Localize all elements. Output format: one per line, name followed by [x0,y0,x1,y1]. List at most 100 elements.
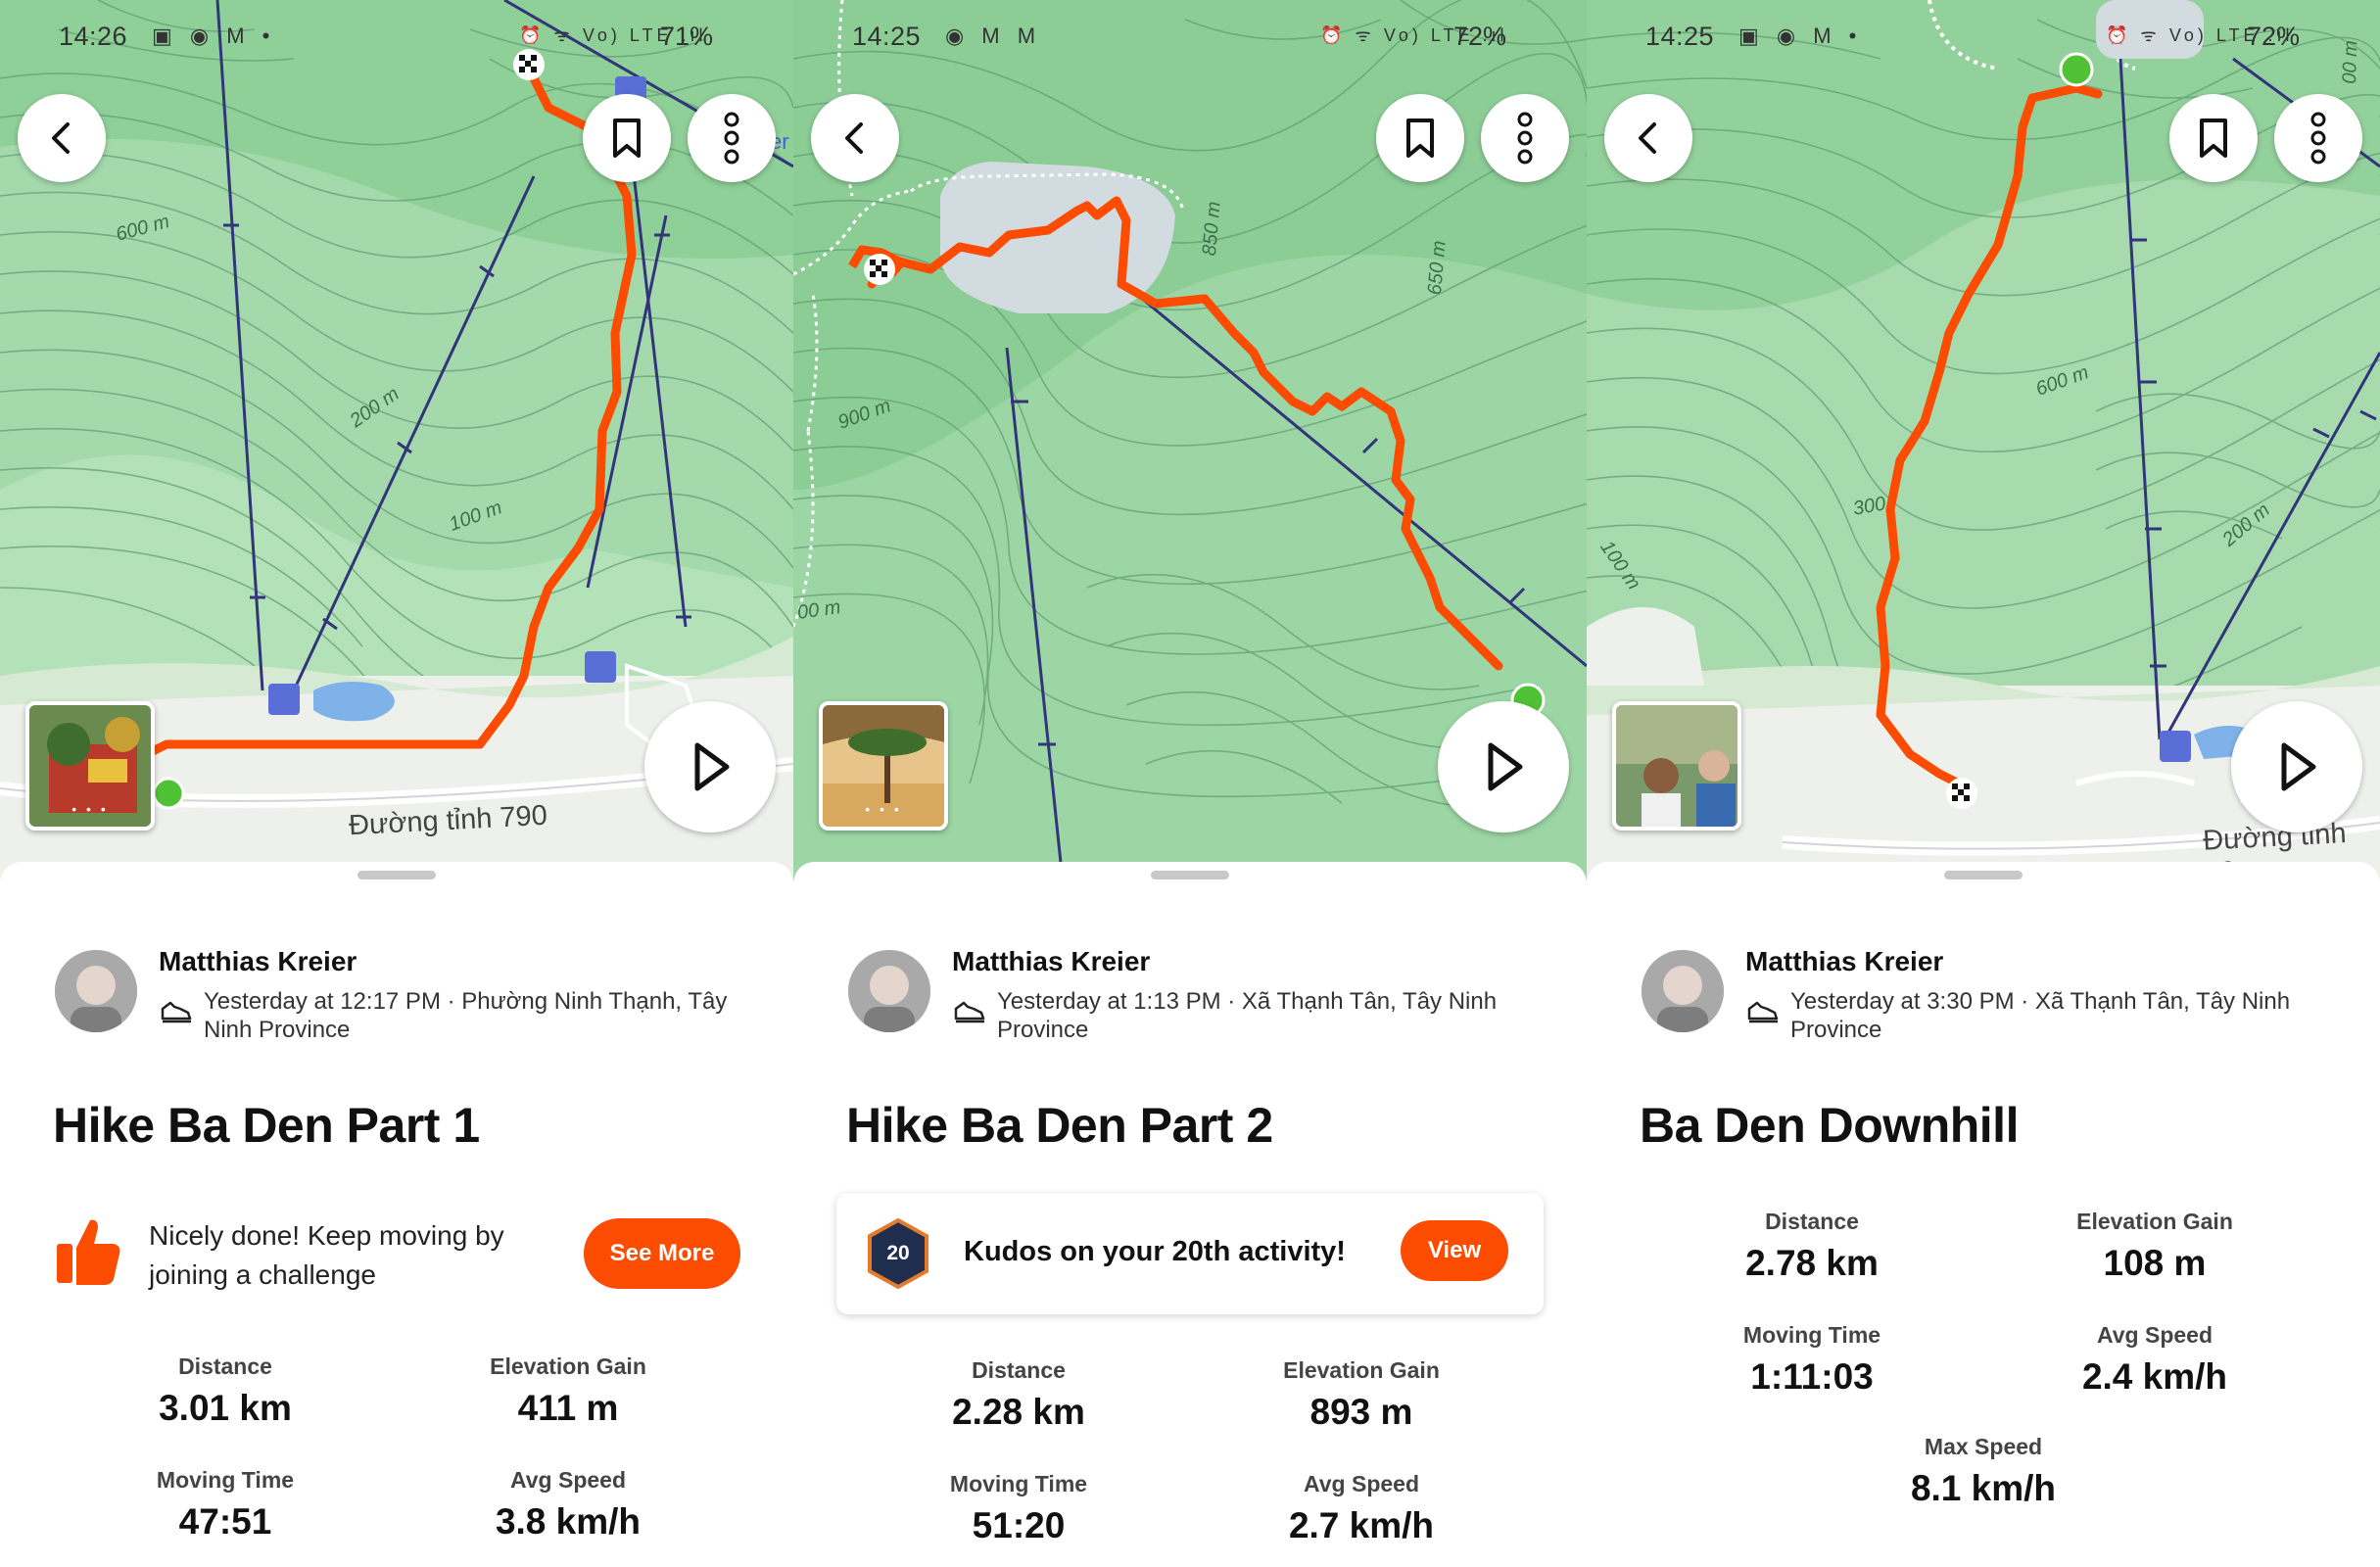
back-button[interactable] [811,94,899,182]
athlete-name[interactable]: Matthias Kreier [1745,946,1943,977]
stat-label: Avg Speed [509,1467,626,1493]
notification-icons: ◉ M M [945,24,1042,48]
battery-level: 71% [660,22,714,51]
activity-title: Hike Ba Den Part 1 [53,1098,480,1153]
back-button[interactable] [18,94,106,182]
clock: 14:25 [852,22,922,51]
promo-text: Nicely done! Keep moving by joining a ch… [149,1220,504,1290]
stat-value: 108 m [2103,1243,2207,1283]
stat-label: Distance [1765,1209,1859,1234]
more-options-button[interactable] [2274,94,2362,182]
more-vertical-icon [724,112,739,165]
status-bar: 14:25 ◉ M M ⏰ ᯤ Vo) LTE .ıl 72% [793,22,1587,61]
more-options-button[interactable] [688,94,776,182]
stat-distance: Distance 3.01 km [78,1353,372,1429]
photo-thumbnail[interactable]: • • • [25,701,155,831]
play-flyover-button[interactable] [2231,701,2362,832]
carousel-dots: • • • [865,801,902,817]
play-flyover-button[interactable] [644,701,776,832]
clock: 14:26 [59,22,128,51]
stat-label: Max Speed [1924,1434,2043,1459]
stat-value: 2.28 km [952,1392,1085,1432]
stat-avg-speed: Avg Speed 2.4 km/h [2008,1322,2302,1398]
activity-meta: Yesterday at 1:13 PM · Xã Thạnh Tân, Tây… [997,988,1498,1043]
stat-label: Moving Time [1742,1322,1881,1348]
stat-value: 2.78 km [1745,1243,1879,1283]
contour-label: 650 m [1423,239,1451,297]
photo-thumbnail[interactable] [1612,701,1741,831]
stat-label: Avg Speed [1303,1471,1419,1496]
play-icon [1488,742,1523,791]
stat-moving-time: Moving Time 1:11:03 [1665,1322,1959,1398]
stat-value: 2.4 km/h [2081,1356,2228,1397]
stat-value: 51:20 [972,1505,1066,1545]
stat-label: Elevation Gain [1283,1357,1440,1383]
stat-value: 1:11:03 [1750,1356,1874,1397]
save-route-button[interactable] [1376,94,1464,182]
achievement-badge-number: 20 [886,1242,910,1264]
hiking-shoe-icon [1747,1001,1779,1023]
stat-value: 2.7 km/h [1288,1505,1435,1545]
stat-distance: Distance 2.78 km [1665,1209,1959,1284]
chevron-left-icon [1639,122,1656,154]
stat-label: Moving Time [156,1467,295,1493]
activity-sheet: Matthias Kreier Yesterday at 3:30 PM · X… [1587,862,2380,1567]
bookmark-icon [1406,119,1434,158]
more-options-button[interactable] [1481,94,1569,182]
contour-label: 850 m [1198,200,1225,258]
status-bar: 14:25 ▣ ◉ M • ⏰ ᯤ Vo) LTE .ıl 72% [1587,22,2380,61]
save-route-button[interactable] [583,94,671,182]
stat-moving-time: Moving Time 47:51 [78,1467,372,1543]
activity-panel-2: 850 m 650 m 900 m 00 m 14:25 ◉ M M ⏰ ᯤ V… [793,0,1587,1567]
stat-label: Avg Speed [2096,1322,2213,1348]
clock: 14:25 [1645,22,1715,51]
stat-avg-speed: Avg Speed 2.7 km/h [1214,1471,1508,1546]
photo-thumbnail[interactable]: • • • [819,701,948,831]
drag-handle[interactable] [357,871,436,879]
stat-elevation-gain: Elevation Gain 108 m [2008,1209,2302,1284]
activity-panel-1: 600 m 200 m 100 m Đường tỉnh 790 er 14:2… [0,0,793,1567]
battery-level: 72% [2247,22,2301,51]
kudos-text: Kudos on your 20th activity! [964,1236,1346,1267]
drag-handle[interactable] [1944,871,2023,879]
hiking-shoe-icon [161,1001,192,1023]
notification-icons: ▣ ◉ M • [152,24,276,48]
athlete-name[interactable]: Matthias Kreier [952,946,1150,977]
avatar[interactable] [55,950,137,1032]
kudos-card: 20 Kudos on your 20th activity! View [836,1193,1544,1314]
save-route-button[interactable] [2169,94,2258,182]
activity-meta: Yesterday at 3:30 PM · Xã Thạnh Tân, Tây… [1790,988,2291,1043]
activity-title: Hike Ba Den Part 2 [846,1098,1273,1153]
hiking-shoe-icon [954,1001,985,1023]
view-button[interactable]: View [1401,1220,1508,1281]
battery-level: 72% [1453,22,1507,51]
see-more-button[interactable]: See More [584,1218,740,1289]
activity-title: Ba Den Downhill [1640,1098,2019,1153]
avatar[interactable] [848,950,930,1032]
athlete-name[interactable]: Matthias Kreier [159,946,357,977]
stat-value: 8.1 km/h [1910,1468,2057,1508]
chevron-left-icon [52,122,70,154]
stat-label: Elevation Gain [490,1353,646,1379]
stat-label: Moving Time [949,1471,1088,1496]
stat-label: Elevation Gain [2076,1209,2233,1234]
stat-value: 893 m [1309,1392,1413,1432]
stat-elevation-gain: Elevation Gain 411 m [421,1353,715,1429]
carousel-dots: • • • [71,801,109,817]
play-icon [2281,742,2316,791]
stat-value: 3.01 km [159,1388,292,1428]
more-vertical-icon [1517,112,1533,165]
stat-value: 411 m [517,1388,619,1428]
back-button[interactable] [1604,94,1692,182]
bookmark-icon [2200,119,2227,158]
chevron-left-icon [845,122,863,154]
status-bar: 14:26 ▣ ◉ M • ⏰ ᯤ Vo) LTE .ıl 71% [0,22,793,61]
stat-elevation-gain: Elevation Gain 893 m [1214,1357,1508,1433]
play-flyover-button[interactable] [1438,701,1569,832]
more-vertical-icon [2310,112,2326,165]
avatar[interactable] [1642,950,1724,1032]
notification-icons: ▣ ◉ M • [1738,24,1863,48]
stat-value: 47:51 [178,1501,272,1542]
bookmark-icon [613,119,641,158]
drag-handle[interactable] [1151,871,1229,879]
